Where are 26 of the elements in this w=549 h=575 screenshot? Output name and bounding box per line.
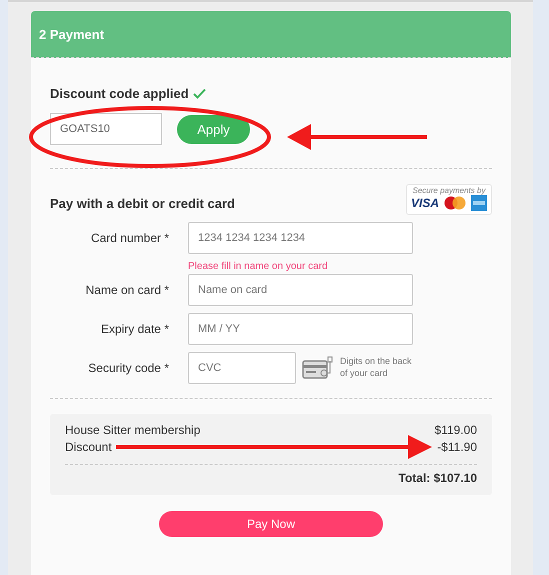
field-label: Name on card * — [84, 282, 170, 299]
input-field[interactable]: Name on card — [188, 274, 413, 306]
discount-status: Discount code applied — [50, 86, 189, 101]
line-item-amount: $119.00 — [434, 422, 477, 439]
field-label: Expiry date * — [100, 321, 170, 338]
total-amount: Total: $107.10 — [398, 471, 477, 485]
apply-button[interactable]: Apply — [177, 114, 250, 144]
line-item-amount: -$11.90 — [437, 439, 477, 456]
card-logo-icon — [471, 195, 487, 211]
pay-now-button[interactable]: Pay Now — [159, 511, 383, 537]
section-header: 2 Payment — [31, 11, 511, 58]
discount-code-field[interactable]: GOATS10 — [50, 113, 162, 145]
card-icon — [302, 356, 334, 380]
field-label: Card number * — [90, 230, 170, 247]
line-item-label: Discount — [65, 439, 112, 456]
error-message: Please fill in name on your card — [188, 261, 329, 272]
card-brand-logo: VISA — [410, 196, 439, 210]
cvc-hint: Digits on the back of your card — [340, 356, 413, 380]
input-field[interactable]: CVC — [188, 352, 296, 384]
input-field[interactable]: 1234 1234 1234 1234 — [188, 222, 413, 254]
field-label: Security code * — [87, 360, 170, 377]
card-section-title: Pay with a debit or credit card — [50, 196, 235, 213]
line-item-label: House Sitter membership — [65, 422, 200, 439]
interlocking-circles-icon — [443, 196, 467, 210]
secure-note: Secure payments by — [412, 186, 486, 195]
input-field[interactable]: MM / YY — [188, 313, 413, 345]
